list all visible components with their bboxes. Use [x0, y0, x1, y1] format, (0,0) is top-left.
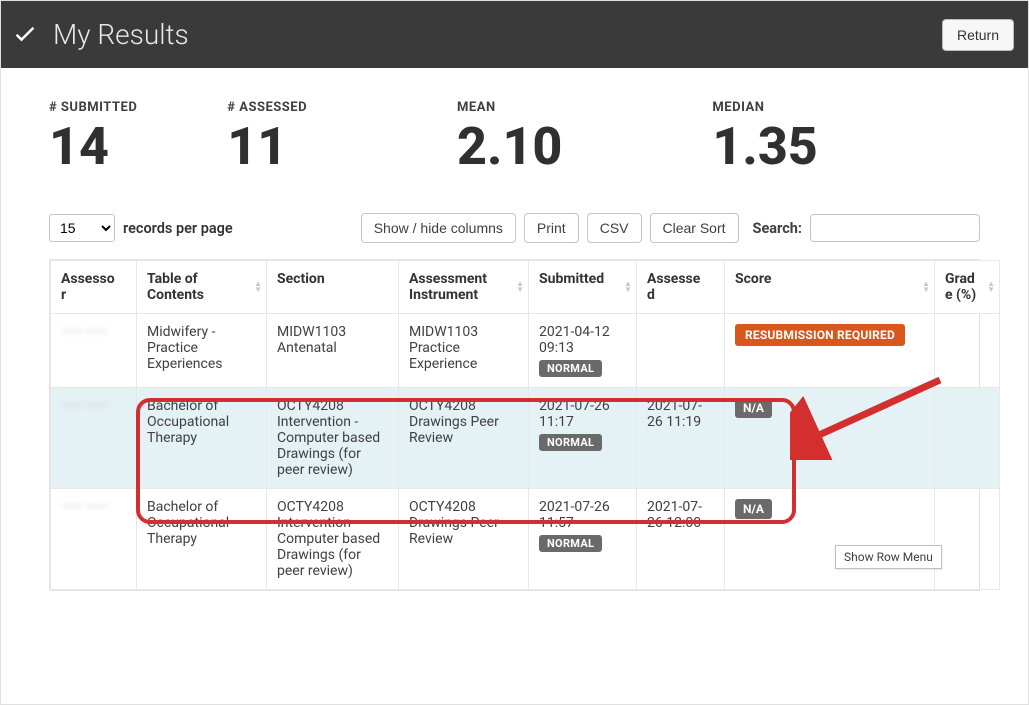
cell-assessed: 2021-07-26 12:00	[637, 489, 725, 590]
stat-label: MEAN	[457, 100, 562, 115]
cell-toc: Bachelor of Occupational Therapy	[137, 388, 267, 489]
tooltip-show-row-menu: Show Row Menu	[835, 545, 942, 569]
stat-mean: MEAN 2.10	[457, 100, 562, 173]
cell-assessor: —— ——	[51, 314, 137, 388]
col-toc[interactable]: Table of Contents▲▼	[137, 261, 267, 314]
sort-icon: ▲▼	[624, 281, 632, 293]
status-badge: NORMAL	[539, 360, 602, 377]
stat-value: 11	[227, 121, 307, 173]
show-hide-columns-button[interactable]: Show / hide columns	[361, 213, 516, 243]
cell-submitted: 2021-07-26 11:17 NORMAL	[529, 388, 637, 489]
stat-label: # ASSESSED	[227, 100, 307, 115]
cell-grade	[935, 489, 1000, 590]
page-title: My Results	[53, 18, 189, 51]
cell-section: OCTY4208 Intervention - Computer based D…	[267, 489, 399, 590]
cell-toc: Midwifery - Practice Experiences	[137, 314, 267, 388]
cell-assessor: —— ——	[51, 489, 137, 590]
stat-label: # SUBMITTED	[49, 100, 137, 115]
table-row[interactable]: —— —— Bachelor of Occupational Therapy O…	[51, 489, 1000, 590]
col-assessor[interactable]: Assessor	[51, 261, 137, 314]
sort-icon: ▲▼	[254, 281, 262, 293]
cell-score: N/A	[725, 388, 935, 489]
stat-assessed: # ASSESSED 11	[227, 100, 307, 173]
cell-instrument: OCTY4208 Drawings Peer Review	[399, 388, 529, 489]
print-button[interactable]: Print	[524, 213, 579, 243]
cell-section: OCTY4208 Intervention - Computer based D…	[267, 388, 399, 489]
col-submitted[interactable]: Submitted▲▼	[529, 261, 637, 314]
records-per-page-select[interactable]: 15	[49, 214, 115, 242]
col-score[interactable]: Score▲▼	[725, 261, 935, 314]
stat-submitted: # SUBMITTED 14	[49, 100, 137, 173]
stat-value: 2.10	[457, 121, 562, 173]
clear-sort-button[interactable]: Clear Sort	[650, 213, 739, 243]
sort-icon: ▲▼	[922, 281, 930, 293]
stats-row: # SUBMITTED 14 # ASSESSED 11 MEAN 2.10 M…	[49, 100, 980, 173]
header-left: My Results	[11, 18, 189, 51]
search-label: Search:	[753, 220, 802, 237]
stat-value: 1.35	[712, 121, 817, 173]
cell-assessor: —— ——	[51, 388, 137, 489]
cell-grade	[935, 388, 1000, 489]
status-badge: NORMAL	[539, 535, 602, 552]
cell-score: RESUBMISSION REQUIRED	[725, 314, 935, 388]
stat-label: MEDIAN	[712, 100, 817, 115]
controls-row: 15 records per page Show / hide columns …	[49, 213, 980, 243]
cell-toc: Bachelor of Occupational Therapy	[137, 489, 267, 590]
sort-icon: ▲▼	[987, 281, 995, 293]
table-row[interactable]: —— —— Midwifery - Practice Experiences M…	[51, 314, 1000, 388]
col-grade[interactable]: Grade (%)▲▼	[935, 261, 1000, 314]
cell-submitted: 2021-07-26 11:57 NORMAL	[529, 489, 637, 590]
cell-assessed: 2021-07-26 11:19	[637, 388, 725, 489]
status-badge: NORMAL	[539, 434, 602, 451]
content-area: # SUBMITTED 14 # ASSESSED 11 MEAN 2.10 M…	[1, 68, 1028, 591]
table-row[interactable]: —— —— Bachelor of Occupational Therapy O…	[51, 388, 1000, 489]
return-button[interactable]: Return	[942, 19, 1014, 51]
results-table: Assessor Table of Contents▲▼ Section Ass…	[50, 260, 1000, 590]
records-per-page-label: records per page	[123, 220, 233, 237]
csv-button[interactable]: CSV	[587, 213, 642, 243]
cell-instrument: OCTY4208 Drawings Peer Review	[399, 489, 529, 590]
score-badge-na: N/A	[735, 499, 772, 519]
cell-submitted: 2021-04-12 09:13 NORMAL	[529, 314, 637, 388]
score-badge-resubmission: RESUBMISSION REQUIRED	[735, 324, 905, 346]
search-input[interactable]	[810, 214, 980, 242]
results-table-wrap: Assessor Table of Contents▲▼ Section Ass…	[49, 259, 980, 591]
cell-score: N/A	[725, 489, 935, 590]
cell-section: MIDW1103 Antenatal	[267, 314, 399, 388]
table-header-row: Assessor Table of Contents▲▼ Section Ass…	[51, 261, 1000, 314]
cell-instrument: MIDW1103 Practice Experience	[399, 314, 529, 388]
col-section[interactable]: Section	[267, 261, 399, 314]
cell-assessed	[637, 314, 725, 388]
check-icon	[11, 19, 39, 51]
cell-grade	[935, 314, 1000, 388]
score-badge-na: N/A	[735, 398, 772, 418]
header-bar: My Results Return	[1, 1, 1028, 68]
col-instrument[interactable]: Assessment Instrument▲▼	[399, 261, 529, 314]
sort-icon: ▲▼	[516, 281, 524, 293]
stat-value: 14	[49, 121, 137, 173]
stat-median: MEDIAN 1.35	[712, 100, 817, 173]
col-assessed[interactable]: Assessed	[637, 261, 725, 314]
